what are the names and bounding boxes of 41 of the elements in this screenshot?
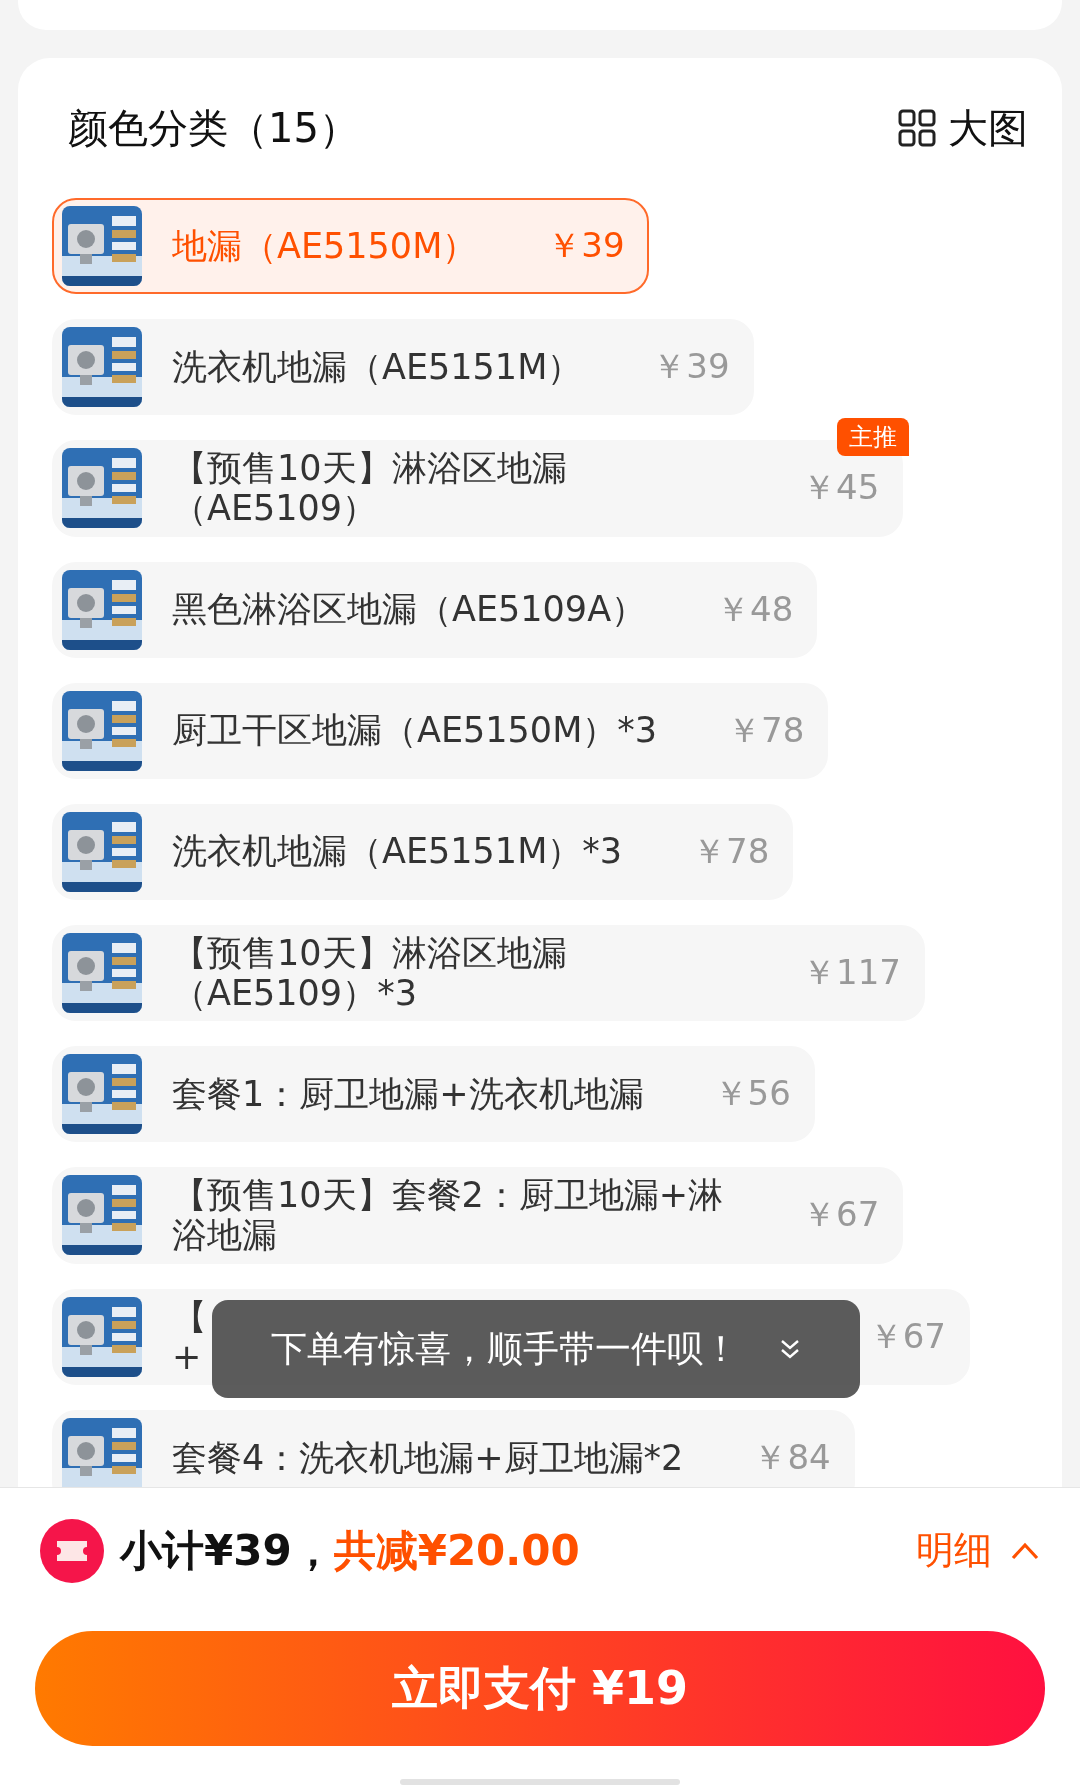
option-name: 套餐4：洗衣机地漏+厨卫地漏*2 — [172, 1437, 684, 1479]
option-price: ￥67 — [868, 1314, 946, 1358]
option-price: ￥56 — [713, 1072, 791, 1115]
option-price: ￥84 — [753, 1436, 831, 1479]
variant-option[interactable]: 套餐4：洗衣机地漏+厨卫地漏*2 ￥84 — [52, 1410, 855, 1487]
coupon-icon — [40, 1518, 104, 1583]
option-price: ￥117 — [802, 950, 901, 994]
variant-option[interactable]: 【预售10天】淋浴区地漏（AE5109）*3 ￥117 — [52, 924, 925, 1021]
grid-icon — [898, 109, 936, 147]
variant-option[interactable]: 厨卫干区地漏（AE5150M）*3 ￥78 — [52, 682, 829, 779]
subtotal-text: 小计¥39， — [120, 1524, 334, 1577]
option-name: 厨卫干区地漏（AE5150M）*3 — [172, 710, 658, 751]
caret-up-icon — [1010, 1540, 1040, 1561]
option-name: 【预售10天】淋浴区地漏（AE5109） — [172, 448, 568, 529]
option-price: ￥78 — [692, 829, 770, 873]
option-name: 地漏（AE5150M） — [172, 225, 478, 267]
option-name: 【预售10天】套餐2：厨卫地漏+淋浴地漏 — [172, 1175, 725, 1256]
recommended-badge: 主推 — [837, 418, 910, 456]
option-name: 洗衣机地漏（AE5151M）*3 — [172, 831, 623, 872]
variant-option[interactable]: 洗衣机地漏（AE5151M）*3 ￥78 — [52, 803, 794, 900]
option-price: ￥45 — [802, 466, 880, 510]
option-name: 洗衣机地漏（AE5151M） — [172, 346, 583, 388]
large-image-toggle[interactable]: 大图 — [898, 100, 1028, 156]
toast-text: 下单有惊喜，顺手带一件呗！ — [271, 1326, 739, 1371]
double-chevron-icon — [779, 1337, 801, 1361]
option-name: 【 + — [172, 1296, 207, 1377]
variant-option[interactable]: 洗衣机地漏（AE5151M） ￥39 — [52, 319, 754, 415]
toast[interactable]: 下单有惊喜，顺手带一件呗！ — [212, 1300, 860, 1398]
discount-text: 共减¥20.00 — [333, 1524, 580, 1577]
variant-option[interactable]: 【预售10天】套餐2：厨卫地漏+淋浴地漏 ￥67 — [52, 1167, 904, 1264]
option-price: ￥67 — [802, 1193, 880, 1237]
option-name: 套餐1：厨卫地漏+洗衣机地漏 — [172, 1073, 644, 1115]
section-title: 颜色分类（15） — [68, 103, 359, 153]
option-name: 黑色淋浴区地漏（AE5109A） — [172, 589, 647, 630]
option-price: ￥48 — [716, 587, 794, 631]
variant-option[interactable]: 套餐1：厨卫地漏+洗衣机地漏 ￥56 — [52, 1046, 815, 1142]
option-name: 【预售10天】淋浴区地漏（AE5109）*3 — [172, 932, 568, 1013]
option-price: ￥39 — [652, 345, 730, 388]
option-price: ￥39 — [547, 224, 625, 267]
option-price: ￥78 — [727, 708, 805, 752]
variant-option[interactable]: 黑色淋浴区地漏（AE5109A） ￥48 — [52, 561, 818, 658]
